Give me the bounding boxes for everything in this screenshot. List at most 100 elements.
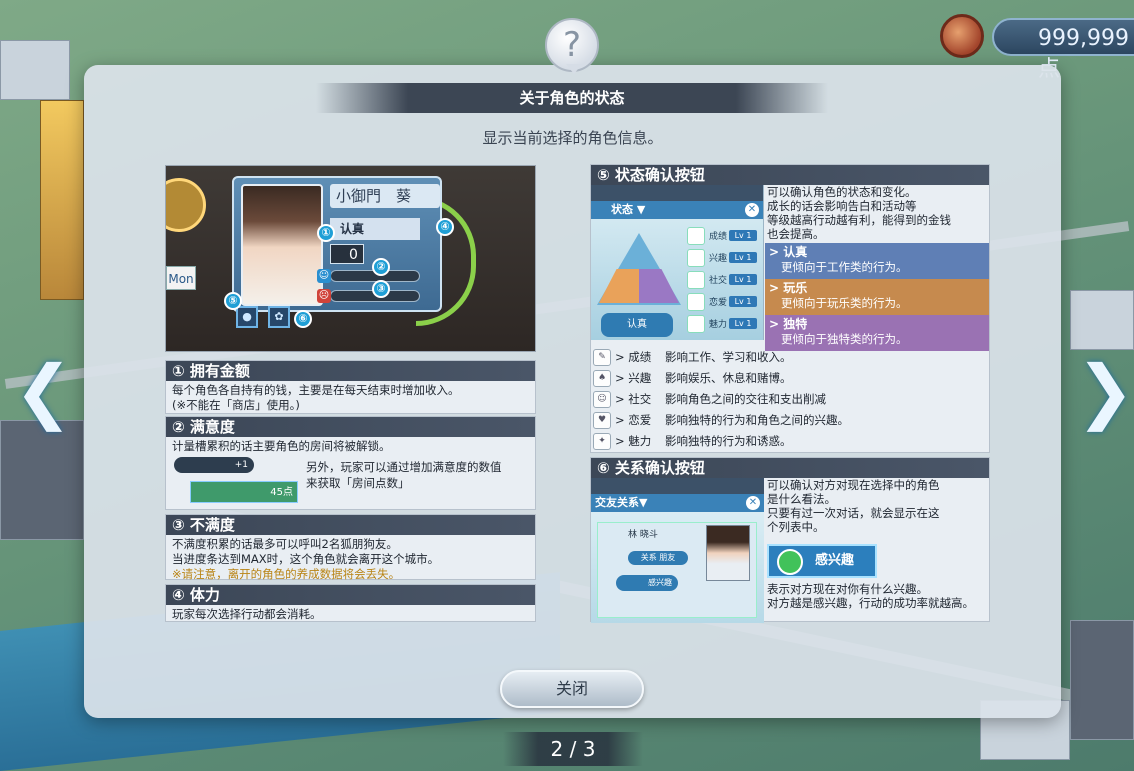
trait-unique: > 独特 更倾向于独特类的行为。: [765, 315, 989, 351]
mini-relation-title: 交友关系▼ ✕: [591, 494, 764, 512]
relation-window-preview: 交友关系▼ ✕ 林 晓斗 关系 朋友 感兴趣: [591, 478, 764, 623]
mini-satisfaction-gauge: +1: [174, 457, 254, 473]
mini-stat-label: 兴趣: [709, 254, 728, 264]
time-dial-icon: [166, 178, 206, 232]
relation-desc-line: 是什么看法。: [767, 492, 836, 506]
relation-description-2: 表示对方现在对你有什么兴趣。 对方越是感兴趣，行动的成功率就越高。: [767, 582, 974, 610]
trait-desc: 更倾向于玩乐类的行为。: [781, 296, 908, 310]
relation-mini-name: 林 晓斗: [628, 530, 658, 540]
relation-description: 可以确认对方对现在选择中的角色 是什么看法。 只要有过一次对话，就会显示在这 个…: [767, 478, 940, 534]
section-status-button: ⑤ 状态确认按钮 状态 ▼ ✕ 认真 成绩 Lv 1 兴趣 Lv 1 社交 Lv 1 恋…: [590, 164, 990, 453]
section-dissatisfaction-title: ③ 不满度: [166, 515, 535, 535]
interest-emote-label: 感兴趣: [815, 553, 855, 568]
section-satisfaction-extra: 另外，玩家可以通过增加满意度的数值 来获取「房间点数」: [306, 459, 502, 491]
mini-stat-level: Lv 1: [729, 296, 757, 307]
trait-name: > 玩乐: [769, 281, 808, 295]
section-dissatisfaction-warning: ※请注意，离开的角色的养成数据将会丢失。: [172, 567, 401, 581]
status-desc-line: 等级越高行动越有利，能得到的金钱: [767, 213, 951, 227]
money-value: 0: [330, 244, 364, 264]
character-card: 小御門 葵 认真 0 ☺ ☹: [232, 176, 442, 312]
point-coin-icon: [940, 14, 984, 58]
room-points-mini: 45点: [190, 481, 298, 503]
mini-stat-row: 魅力 Lv 1: [687, 315, 757, 333]
current-trait-text: 认真: [627, 319, 647, 330]
stat-icon: [687, 271, 705, 289]
section-money: ① 拥有金额 每个角色各自持有的钱，主要是在每天结束时增加收入。 (※不能在「商…: [165, 360, 536, 414]
trait-name: > 独特: [769, 317, 808, 331]
stat-desc: 影响角色之间的交往和支出削减: [665, 392, 826, 406]
section-satisfaction-title: ② 满意度: [166, 417, 535, 437]
mini-stat-level: Lv 1: [729, 252, 757, 263]
stat-name: > 成绩: [615, 350, 652, 364]
mini-stat-label: 恋爱: [709, 298, 728, 308]
trait-name: > 认真: [769, 245, 808, 259]
section-money-line: (※不能在「商店」使用。): [172, 398, 300, 412]
mini-stat-label: 魅力: [709, 320, 728, 330]
section-stamina-line: 玩家每次选择行动都会消耗。: [172, 607, 322, 621]
mini-stat-label: 社交: [709, 276, 728, 286]
marker-3: ③: [372, 280, 390, 298]
marker-1: ①: [317, 224, 335, 242]
stat-name: > 恋爱: [615, 413, 652, 427]
trait-serious: > 认真 更倾向于工作类的行为。: [765, 243, 989, 279]
smile-icon: ☺: [317, 269, 331, 283]
smile-emote-icon: [777, 549, 803, 575]
mini-stat-row: 兴趣 Lv 1: [687, 249, 757, 267]
stat-charm: ✦ > 魅力 影响独特的行为和诱惑。: [591, 431, 989, 452]
relation-button-icon: ✿: [268, 306, 290, 328]
stat-desc: 影响独特的行为和诱惑。: [665, 434, 792, 448]
section-satisfaction-extra-line: 来获取「房间点数」: [306, 476, 410, 490]
stat-hobby: ♠ > 兴趣 影响娱乐、休息和赌博。: [591, 368, 989, 389]
section-satisfaction: ② 满意度 计量槽累积的话主要角色的房间将被解锁。 +1 45点 另外，玩家可以…: [165, 416, 536, 510]
mini-stat-row: 恋爱 Lv 1: [687, 293, 757, 311]
dialog-subtitle: 显示当前选择的角色信息。: [482, 129, 663, 147]
section-relation-title: ⑥ 关系确认按钮: [591, 458, 989, 478]
trait-play: > 玩乐 更倾向于玩乐类的行为。: [765, 279, 989, 315]
status-button-icon: ●: [236, 306, 258, 328]
close-button[interactable]: 关闭: [500, 670, 644, 708]
mini-stat-level: Lv 1: [729, 318, 757, 329]
status-description: 可以确认角色的状态和变化。 成长的话会影响告白和活动等 等级越高行动越有利，能得…: [767, 185, 951, 241]
status-desc-line: 成长的话会影响告白和活动等: [767, 199, 917, 213]
stat-love: ♥ > 恋爱 影响独特的行为和角色之间的兴趣。: [591, 410, 989, 431]
friend-portrait: [706, 525, 750, 581]
help-dialog: 关于角色的状态 显示当前选择的角色信息。 Mon 小御門 葵 认真 0 ☺ ☹ …: [84, 65, 1061, 718]
people-icon: ☺: [593, 391, 611, 408]
stat-name: > 社交: [615, 392, 652, 406]
stat-desc: 影响娱乐、休息和赌博。: [665, 371, 792, 385]
character-card-preview: Mon 小御門 葵 认真 0 ☺ ☹ ● ✿ ① ② ③ ④ ⑤ ⑥: [165, 165, 536, 352]
marker-4: ④: [436, 218, 454, 236]
section-stamina-title: ④ 体力: [166, 585, 535, 605]
mini-status-title: 状态 ▼ ✕: [591, 201, 763, 219]
grade-icon: ✎: [593, 349, 611, 366]
section-money-title: ① 拥有金额: [166, 361, 535, 381]
section-money-line: 每个角色各自持有的钱，主要是在每天结束时增加收入。: [172, 383, 460, 397]
marker-6: ⑥: [294, 310, 312, 328]
relation-desc2-line: 对方越是感兴趣，行动的成功率就越高。: [767, 596, 974, 610]
section-satisfaction-line: 计量槽累积的话主要角色的房间将被解锁。: [172, 439, 391, 453]
heart-icon: ♥: [593, 412, 611, 429]
points-display: 999,999 点: [992, 18, 1134, 82]
stat-icon: [687, 227, 705, 245]
mini-stat-row: 社交 Lv 1: [687, 271, 757, 289]
status-desc-line: 可以确认角色的状态和变化。: [767, 185, 917, 199]
relation-mini-emote: 感兴趣: [616, 575, 678, 591]
section-stamina: ④ 体力 玩家每次选择行动都会消耗。: [165, 584, 536, 622]
character-name: 小御門 葵: [330, 184, 440, 208]
stat-grade: ✎ > 成绩 影响工作、学习和收入。: [591, 347, 989, 368]
trait-desc: 更倾向于独特类的行为。: [781, 332, 908, 346]
next-page-arrow-icon[interactable]: ❯: [1076, 352, 1134, 430]
marker-2: ②: [372, 258, 390, 276]
mini-status-title-text: 状态 ▼: [611, 203, 646, 216]
charm-icon: ✦: [593, 433, 611, 450]
relation-desc-line: 可以确认对方对现在选择中的角色: [767, 478, 940, 492]
stat-social: ☺ > 社交 影响角色之间的交往和支出削减: [591, 389, 989, 410]
trait-desc: 更倾向于工作类的行为。: [781, 260, 908, 274]
section-dissatisfaction: ③ 不满度 不满度积累的话最多可以呼叫2名狐朋狗友。 当进度条达到MAX时，这个…: [165, 514, 536, 581]
mini-toolbar: [591, 185, 763, 201]
prev-page-arrow-icon[interactable]: ❮: [14, 352, 73, 430]
gamepad-icon: ♠: [593, 370, 611, 387]
status-window-preview: 状态 ▼ ✕ 认真 成绩 Lv 1 兴趣 Lv 1 社交 Lv 1 恋爱 Lv 1 魅力 L…: [591, 185, 764, 340]
mini-stat-level: Lv 1: [729, 230, 757, 241]
mini-close-icon: ✕: [746, 496, 760, 510]
